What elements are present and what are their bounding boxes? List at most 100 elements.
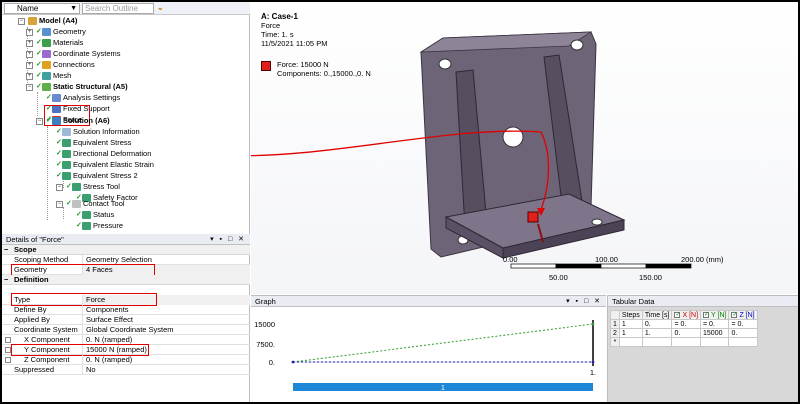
tree-node-geometry[interactable]: ✓ Geometry	[36, 27, 86, 37]
center-hole	[502, 126, 524, 148]
graphics-viewport[interactable]: A: Case-1 Force Time: 1. s 11/5/2021 11:…	[251, 2, 798, 294]
result-icon	[62, 150, 71, 159]
stress-tool-icon	[72, 183, 81, 192]
mount-hole-top-right	[570, 39, 584, 51]
solution-information-icon	[62, 128, 71, 137]
tree-node-equivalent-stress-2[interactable]: ✓ Equivalent Stress 2	[56, 171, 138, 181]
col-z[interactable]: ✓ Z [N]	[728, 310, 758, 320]
bracket-model[interactable]	[251, 2, 798, 294]
tree-node-mesh[interactable]: ✓ Mesh	[36, 71, 71, 81]
prop-coordinate-system[interactable]: Coordinate System Global Coordinate Syst…	[2, 325, 250, 335]
tree-node-equivalent-stress[interactable]: ✓ Equivalent Stress	[56, 138, 131, 148]
tabular-data-panel: Tabular Data Steps Time [s] ✓ X [N] ✓ Y [N…	[607, 295, 798, 402]
chart-series	[291, 322, 595, 364]
solution-collapse-toggle[interactable]: −	[36, 118, 43, 125]
tree-node-connections[interactable]: ✓ Connections	[36, 60, 95, 70]
tree-node-solution[interactable]: ✓ Solution (A6)	[46, 116, 110, 126]
tabular-data-table: Steps Time [s] ✓ X [N] ✓ Y [N] ✓ Z [N] 1 1 …	[610, 310, 758, 347]
stress-tool-collapse-toggle[interactable]: −	[56, 184, 63, 191]
tree-node-status[interactable]: ✓ Status	[76, 210, 114, 220]
definition-section-header[interactable]: − Definition	[2, 275, 250, 285]
materials-expand-toggle[interactable]: +	[26, 40, 33, 47]
tree-node-static-structural[interactable]: ✓ Static Structural (A5)	[36, 82, 128, 92]
tree-node-equivalent-elastic-strain[interactable]: ✓ Equivalent Elastic Strain	[56, 160, 154, 170]
table-row[interactable]: *	[610, 337, 758, 347]
tree-node-materials[interactable]: ✓ Materials	[36, 38, 83, 48]
model-collapse-toggle[interactable]: −	[18, 18, 25, 25]
series-line-y	[292, 323, 594, 363]
prop-applied-by[interactable]: Applied By Surface Effect	[2, 315, 250, 325]
mesh-expand-toggle[interactable]: +	[26, 73, 33, 80]
scale-bar-seg-3	[600, 263, 647, 269]
result-icon	[62, 172, 71, 181]
collapse-icon: −	[4, 275, 9, 284]
tree-node-directional-deformation[interactable]: ✓ Directional Deformation	[56, 149, 151, 159]
tree-node-contact-tool[interactable]: ✓ Contact Tool	[66, 199, 125, 209]
y-tick-7500: 7500.	[256, 340, 275, 349]
panel-window-controls[interactable]: ▾ ▪ □ ✕	[210, 234, 246, 245]
coordinate-systems-expand-toggle[interactable]: +	[26, 51, 33, 58]
load-history-chart[interactable]: 15000 7500. 0. 1. 1	[251, 307, 606, 402]
scale-bar-seg-2	[555, 263, 602, 269]
prop-z-component[interactable]: Z Component 0. N (ramped)	[2, 355, 250, 365]
force-marker[interactable]	[527, 211, 539, 223]
scope-section-header[interactable]: − Scope	[2, 245, 250, 255]
contact-tool-icon	[72, 200, 81, 209]
tree-node-solution-information[interactable]: ✓ Solution Information	[56, 127, 140, 137]
x-component-checkbox[interactable]	[5, 337, 11, 343]
col-x[interactable]: ✓ X [N]	[671, 310, 702, 320]
col-time[interactable]: Time [s]	[641, 310, 673, 320]
result-icon	[62, 139, 71, 148]
scale-label-150: 150.00	[639, 273, 662, 282]
outline-toolbar: Name ▼ Search Outline ⌄	[2, 2, 250, 15]
tree-node-pressure[interactable]: ✓ Pressure	[76, 221, 123, 231]
base-hole	[591, 218, 603, 226]
collapse-icon: −	[4, 245, 9, 254]
materials-icon	[42, 39, 51, 48]
scale-bar-seg-1	[510, 263, 557, 269]
chart-axes	[293, 320, 594, 366]
filter-chevron-icon[interactable]: ⌄	[157, 3, 164, 12]
data-point-y-1	[591, 322, 595, 326]
name-column-selector[interactable]: Name ▼	[4, 3, 80, 14]
chevron-down-icon[interactable]: ▼	[70, 4, 77, 13]
panel-window-controls[interactable]: ▾ ▪ □ ✕	[566, 296, 602, 307]
check-icon[interactable]: ✓	[731, 311, 737, 318]
geometry-expand-toggle[interactable]: +	[26, 29, 33, 36]
details-title-bar: Details of "Force" ▾ ▪ □ ✕	[2, 234, 250, 245]
table-header-row: Steps Time [s] ✓ X [N] ✓ Y [N] ✓ Z [N]	[610, 310, 758, 320]
result-icon	[82, 211, 91, 220]
scale-label-0: 0.00	[503, 255, 518, 264]
scale-bar-seg-4	[645, 263, 692, 269]
details-panel: Details of "Force" ▾ ▪ □ ✕ − Scope Scopin…	[2, 234, 250, 402]
z-component-checkbox[interactable]	[5, 357, 11, 363]
app-window: Name ▼ Search Outline ⌄ − Model (A4) + ✓…	[2, 2, 798, 402]
tree-node-stress-tool[interactable]: ✓ Stress Tool	[66, 182, 120, 192]
tree-node-coordinate-systems[interactable]: ✓ Coordinate Systems	[36, 49, 121, 59]
table-row[interactable]: 2 1 1. 0. 15000 0.	[610, 328, 758, 338]
table-row[interactable]: 1 1 0. = 0. = 0. = 0.	[610, 319, 758, 329]
result-icon	[62, 161, 71, 170]
graph-panel: Graph ▾ ▪ □ ✕ 15000 7500. 0. 1. 1	[251, 295, 606, 402]
scale-label-200: 200.00 (mm)	[681, 255, 724, 264]
col-steps[interactable]: Steps	[618, 310, 643, 320]
check-icon[interactable]: ✓	[674, 311, 680, 318]
tree-node-analysis-settings[interactable]: ✓ Analysis Settings	[46, 93, 120, 103]
connections-expand-toggle[interactable]: +	[26, 62, 33, 69]
check-icon[interactable]: ✓	[703, 311, 709, 318]
prop-define-by[interactable]: Define By Components	[2, 305, 250, 315]
geometry-icon	[42, 28, 51, 37]
step-bar-label: 1	[441, 385, 445, 392]
search-outline-input[interactable]: Search Outline	[82, 3, 154, 14]
static-structural-collapse-toggle[interactable]: −	[26, 84, 33, 91]
details-title: Details of "Force"	[6, 235, 64, 244]
mount-hole-top-left	[438, 58, 452, 70]
col-y[interactable]: ✓ Y [N]	[700, 310, 730, 320]
model-icon	[28, 17, 37, 26]
y-tick-0: 0.	[269, 358, 275, 367]
scale-label-100: 100.00	[595, 255, 618, 264]
tree-node-model[interactable]: Model (A4)	[28, 16, 77, 26]
tabular-title-bar: Tabular Data	[608, 296, 798, 307]
prop-suppressed[interactable]: Suppressed No	[2, 365, 250, 375]
contact-tool-collapse-toggle[interactable]: −	[56, 201, 63, 208]
